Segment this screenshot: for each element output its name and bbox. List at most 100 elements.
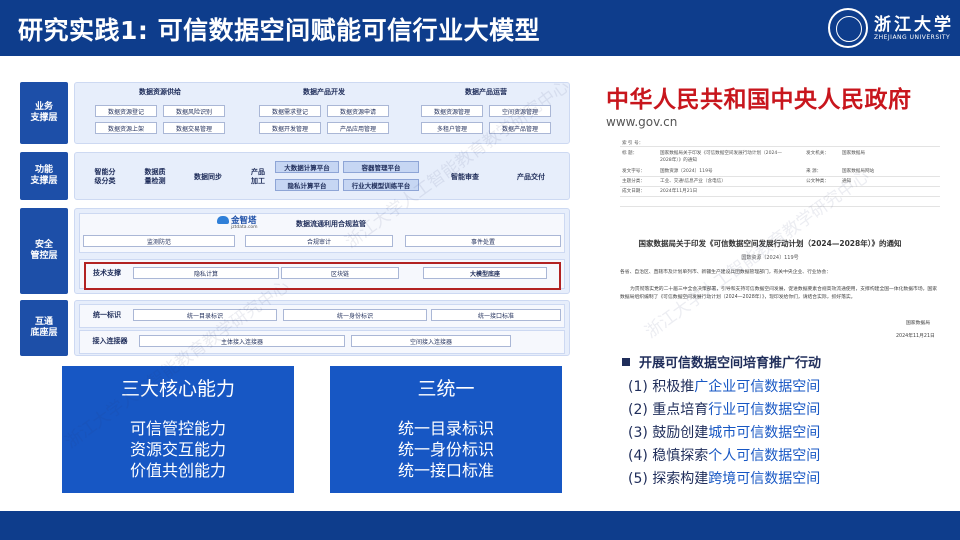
meta-label: 主题分类： [622, 179, 645, 184]
action-item: (4) 稳慎探索个人可信数据空间 [628, 445, 820, 465]
business-cell: 多租户管理 [421, 122, 483, 134]
meta-label: 公文种类： [806, 179, 829, 184]
identifier-cell: 统一身份标识 [283, 309, 427, 321]
action-prefix: (3) 鼓励创建 [628, 425, 709, 441]
business-cell: 数据资源申请 [327, 105, 389, 117]
business-cell: 数据资源上架 [95, 122, 157, 134]
meta-value: 国家数据局关于印发《可信数据空间发展行动计划（2024— [660, 151, 782, 156]
gov-site-title: 中华人民共和国中央人民政府 [606, 87, 912, 113]
meta-value: 工业、交通\信息产业（含电信） [660, 179, 726, 184]
business-cell: 数据资源管理 [421, 105, 483, 117]
meta-label: 成文日期： [622, 189, 645, 194]
page-title: 研究实践1: 可信数据空间赋能可信行业大模型 [18, 16, 541, 45]
connector-cell: 主体接入连接器 [139, 335, 345, 347]
function-item: 数据质 量检测 [144, 168, 166, 185]
action-item: (1) 积极推广企业可信数据空间 [628, 376, 820, 396]
three-unifications-title: 三统一 [417, 378, 475, 400]
function-product-label: 产品 加工 [251, 168, 265, 185]
compliance-title: 数据流通利用合规监管 [296, 220, 366, 228]
meta-label: 来 源： [806, 169, 822, 174]
meta-value: 国家数据局网站 [842, 169, 875, 174]
action-prefix: (5) 探索构建 [628, 471, 709, 487]
meta-value: 国家数据局 [842, 151, 865, 156]
gov-site-url[interactable]: www.gov.cn [606, 115, 677, 129]
meta-label: 标 题： [622, 151, 638, 156]
three-unifications-box: 三统一 统一目录标识 统一身份标识 统一接口标准 [330, 366, 562, 493]
business-cell: 数据产品管理 [489, 122, 551, 134]
compliance-cell: 事件处置 [405, 235, 561, 247]
gov-document: 索 引 号： 标 题： 国家数据局关于印发《可信数据空间发展行动计划（2024—… [594, 134, 946, 344]
business-cell: 数据资源登记 [95, 105, 157, 117]
function-item: 数据同步 [194, 172, 222, 181]
action-prefix: (1) 积极推 [628, 379, 695, 395]
group-title: 数据产品开发 [303, 88, 345, 96]
identifier-cell: 统一接口标准 [431, 309, 561, 321]
action-highlight: 个人可信数据空间 [708, 448, 821, 464]
core-capabilities-title: 三大核心能力 [120, 378, 235, 400]
identifier-cell: 统一目录标识 [133, 309, 277, 321]
core-capability-line: 资源交互能力 [129, 440, 226, 459]
university-logo-sub: ZHEJIANG UNIVERSITY [874, 34, 951, 41]
function-item: 产品交付 [517, 172, 545, 181]
header-bar: 研究实践1: 可信数据空间赋能可信行业大模型 浙江大学 ZHEJIANG UNI… [0, 0, 960, 56]
layer-label-security: 安全 管控层 [20, 208, 68, 294]
core-capability-line: 价值共创能力 [129, 461, 226, 480]
meta-value: 通知 [842, 179, 852, 184]
divider [620, 196, 940, 197]
action-highlight: 城市可信数据空间 [708, 425, 821, 441]
meta-label: 索 引 号： [622, 141, 644, 146]
connector-cell: 空间接入连接器 [351, 335, 511, 347]
meta-value: 2028年）》的通知 [660, 158, 697, 163]
unification-line: 统一目录标识 [397, 419, 494, 438]
action-item: (3) 鼓励创建城市可信数据空间 [628, 422, 820, 442]
layer-label-function: 功能 支撑层 [20, 152, 68, 200]
action-highlight: 行业可信数据空间 [708, 402, 821, 418]
actions-heading: 开展可信数据空间培育推广行动 [622, 352, 821, 371]
meta-label: 发文机关： [806, 151, 829, 156]
layer-label-business: 业务 支撑层 [20, 82, 68, 144]
doc-signature: 国家数据局 [906, 321, 930, 326]
cloud-logo-icon [217, 216, 229, 224]
group-title: 数据产品运营 [465, 88, 507, 96]
tech-support-highlight [84, 262, 561, 290]
divider [620, 206, 940, 207]
meta-value: 国数资源〔2024〕119号 [660, 169, 713, 174]
unification-line: 统一身份标识 [397, 440, 494, 459]
product-platform: 大数据计算平台 [275, 161, 339, 173]
action-item: (5) 探索构建跨境可信数据空间 [628, 468, 820, 488]
divider [620, 176, 940, 177]
business-layer-panel: 数据资源供给 数据资源登记 数据风险识别 数据资源上架 数据交易管理 数据产品开… [74, 82, 570, 144]
function-item: 智能分 级分类 [94, 168, 116, 185]
doc-number: 国数资源〔2024〕119号 [741, 255, 799, 261]
footer-bar [0, 511, 960, 540]
unification-line: 统一接口标准 [397, 461, 494, 480]
function-layer-panel: 智能分 级分类 数据质 量检测 数据同步 产品 加工 大数据计算平台 容器管理平… [74, 152, 570, 200]
product-platform: 行业大模型训练平台 [343, 179, 419, 191]
identifier-label: 统一标识 [93, 310, 121, 319]
business-cell: 空间资源管理 [489, 105, 551, 117]
doc-meta-table: 索 引 号： 标 题： 国家数据局关于印发《可信数据空间发展行动计划（2024—… [620, 140, 940, 198]
function-item: 智能审查 [451, 172, 479, 181]
business-cell: 数据需求登记 [259, 105, 321, 117]
base-layer-panel: 统一标识 统一目录标识 统一身份标识 统一接口标准 接入连接器 主体接入连接器 … [74, 300, 570, 356]
business-cell: 产品应用管理 [327, 122, 389, 134]
doc-heading: 国家数据局关于印发《可信数据空间发展行动计划（2024—2028年）》的通知 [638, 239, 902, 248]
university-seal-icon [828, 8, 868, 48]
core-capability-line: 可信管控能力 [129, 419, 226, 438]
business-cell: 数据开发管理 [259, 122, 321, 134]
group-title: 数据资源供给 [139, 88, 181, 96]
architecture-diagram: 业务 支撑层 数据资源供给 数据资源登记 数据风险识别 数据资源上架 数据交易管… [14, 72, 574, 358]
action-highlight: 广企业可信数据空间 [694, 379, 821, 395]
product-platform: 容器管理平台 [343, 161, 419, 173]
meta-value: 2024年11月21日 [660, 189, 698, 194]
compliance-cell: 合规审计 [245, 235, 393, 247]
divider [620, 186, 940, 187]
action-item: (2) 重点培育行业可信数据空间 [628, 399, 820, 419]
connector-label: 接入连接器 [92, 336, 128, 345]
core-capabilities-box: 三大核心能力 可信管控能力 资源交互能力 价值共创能力 [62, 366, 294, 493]
product-platform: 隐私计算平台 [275, 179, 339, 191]
square-bullet-icon [622, 358, 630, 366]
doc-salutation: 各省、自治区、直辖市及计划单列市、新疆生产建设兵团数据管理部门，有关中央企业、行… [620, 270, 832, 275]
university-logo-name: 浙江大学 [874, 15, 954, 35]
brand-url: jztdata.com [231, 225, 258, 230]
